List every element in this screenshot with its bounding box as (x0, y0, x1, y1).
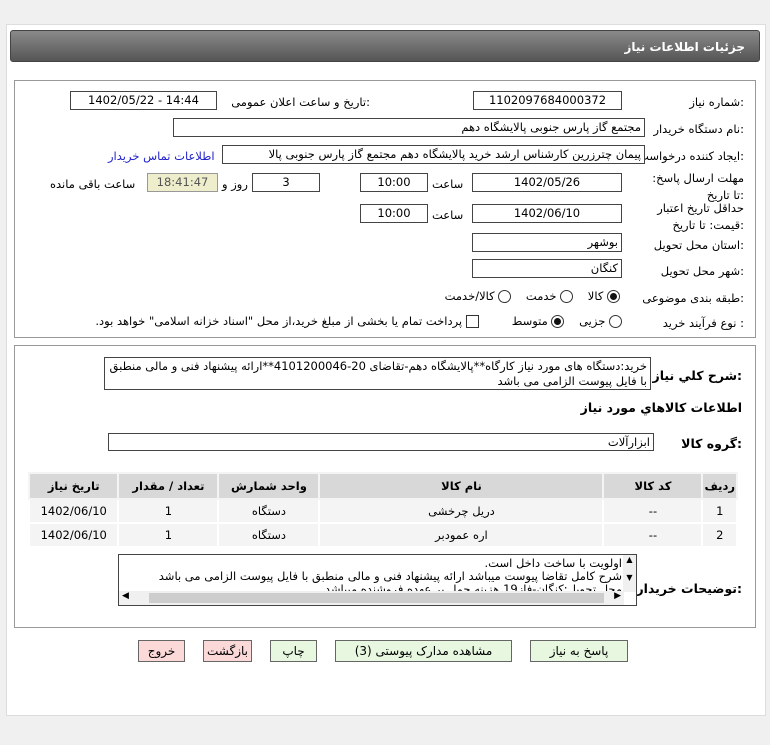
city-label: شهر محل تحویل: (660, 264, 744, 278)
deadline-time-label: ساعت (432, 177, 464, 191)
category-radio-service[interactable] (560, 290, 574, 303)
treasury-payment-checkbox[interactable] (465, 315, 479, 328)
description-field: خرید:دستگاه های مورد نیاز کارگاه**پالایش… (104, 357, 651, 390)
validity-label: حداقل تاریخ اعتبار قیمت: تا تاریخ: (657, 201, 744, 232)
category-radio-goods[interactable] (607, 290, 620, 303)
col-name: نام کالا (318, 472, 605, 500)
vertical-scrollbar[interactable]: ▲ ▼ (623, 555, 636, 592)
creator-field: پیمان چترزرین کارشناس ارشد خرید پالایشگا… (222, 145, 645, 164)
goods-heading: اطلاعات کالاهاي مورد نياز (580, 400, 742, 415)
table-row: 2 -- اره عمودبر دستگاه 1 1402/06/10 (27, 522, 738, 548)
horizontal-scrollbar[interactable]: ◀ ▶ (119, 591, 624, 605)
buyer-field: مجتمع گاز پارس جنوبی پالایشگاه دهم (173, 118, 645, 137)
need-number-label: شماره نیاز: (689, 95, 744, 109)
category-radio-goods-service[interactable] (498, 290, 512, 303)
process-radio-medium[interactable] (551, 315, 565, 328)
creator-label: ایجاد کننده درخواست: (638, 149, 744, 163)
page-title: جزئیات اطلاعات نیاز (10, 30, 760, 62)
days-field: 3 (252, 173, 320, 192)
deadline-label: مهلت ارسال پاسخ: تا تاریخ: (652, 171, 744, 202)
table-row: 1 -- دریل چرخشی دستگاه 1 1402/06/10 (27, 498, 738, 524)
buyer-notes-field[interactable]: اولویت با ساخت داخل است. شرح کامل تقاضا … (118, 554, 637, 606)
view-attachments-button[interactable]: مشاهده مدارک پیوستی (3) (335, 640, 512, 662)
days-label: روز و (222, 177, 248, 191)
need-number-field: 1102097684000372 (473, 91, 622, 110)
city-field: کنگان (472, 259, 622, 278)
category-label: طبقه بندی موضوعی: (642, 291, 744, 305)
process-radio-minor[interactable] (609, 315, 622, 328)
col-unit: واحد شمارش (217, 472, 321, 500)
deadline-date-field: 1402/05/26 (472, 173, 622, 192)
exit-button[interactable]: خروج (138, 640, 185, 662)
province-field: بوشهر (472, 233, 622, 252)
col-qty: تعداد / مقدار (117, 472, 220, 500)
goods-group-label: گروه کالا: (681, 436, 742, 451)
validity-date-field: 1402/06/10 (472, 204, 622, 223)
col-code: کد کالا (602, 472, 704, 500)
announce-field: 1402/05/22 - 14:44 (70, 91, 217, 110)
process-radio-group: جزیی متوسط پرداخت تمام یا بخشی از مبلغ خ… (80, 314, 622, 328)
table-header-row: ردیف کد کالا نام کالا واحد شمارش تعداد /… (27, 472, 738, 500)
process-label: نوع فرآیند خرید : (662, 316, 744, 330)
validity-time-label: ساعت (432, 208, 464, 222)
remaining-label: ساعت باقی مانده (50, 177, 136, 191)
goods-table: ردیف کد کالا نام کالا واحد شمارش تعداد /… (27, 472, 738, 548)
goods-group-field: ابزارآلات (108, 433, 654, 451)
validity-time-field: 10:00 (360, 204, 428, 223)
category-radio-group: کالا خدمت کالا/خدمت (420, 289, 620, 303)
remaining-time-field: 18:41:47 (147, 173, 218, 192)
print-button[interactable]: چاپ (270, 640, 317, 662)
reply-button[interactable]: پاسخ به نیاز (530, 640, 628, 662)
back-button[interactable]: بازگشت (203, 640, 252, 662)
province-label: استان محل تحویل: (653, 238, 744, 252)
description-label: شرح کلي نياز: (652, 368, 743, 383)
announce-label: تاریخ و ساعت اعلان عمومی: (231, 95, 370, 109)
buyer-label: نام دستگاه خریدار: (653, 122, 744, 136)
contact-buyer-link[interactable]: اطلاعات تماس خریدار (108, 149, 215, 163)
col-date: تاریخ نیاز (27, 472, 120, 500)
col-row: ردیف (701, 472, 738, 500)
buyer-notes-label: توضیحات خریدار: (636, 581, 742, 596)
deadline-time-field: 10:00 (360, 173, 428, 192)
payment-note: پرداخت تمام یا بخشی از مبلغ خرید،از محل … (95, 314, 463, 328)
